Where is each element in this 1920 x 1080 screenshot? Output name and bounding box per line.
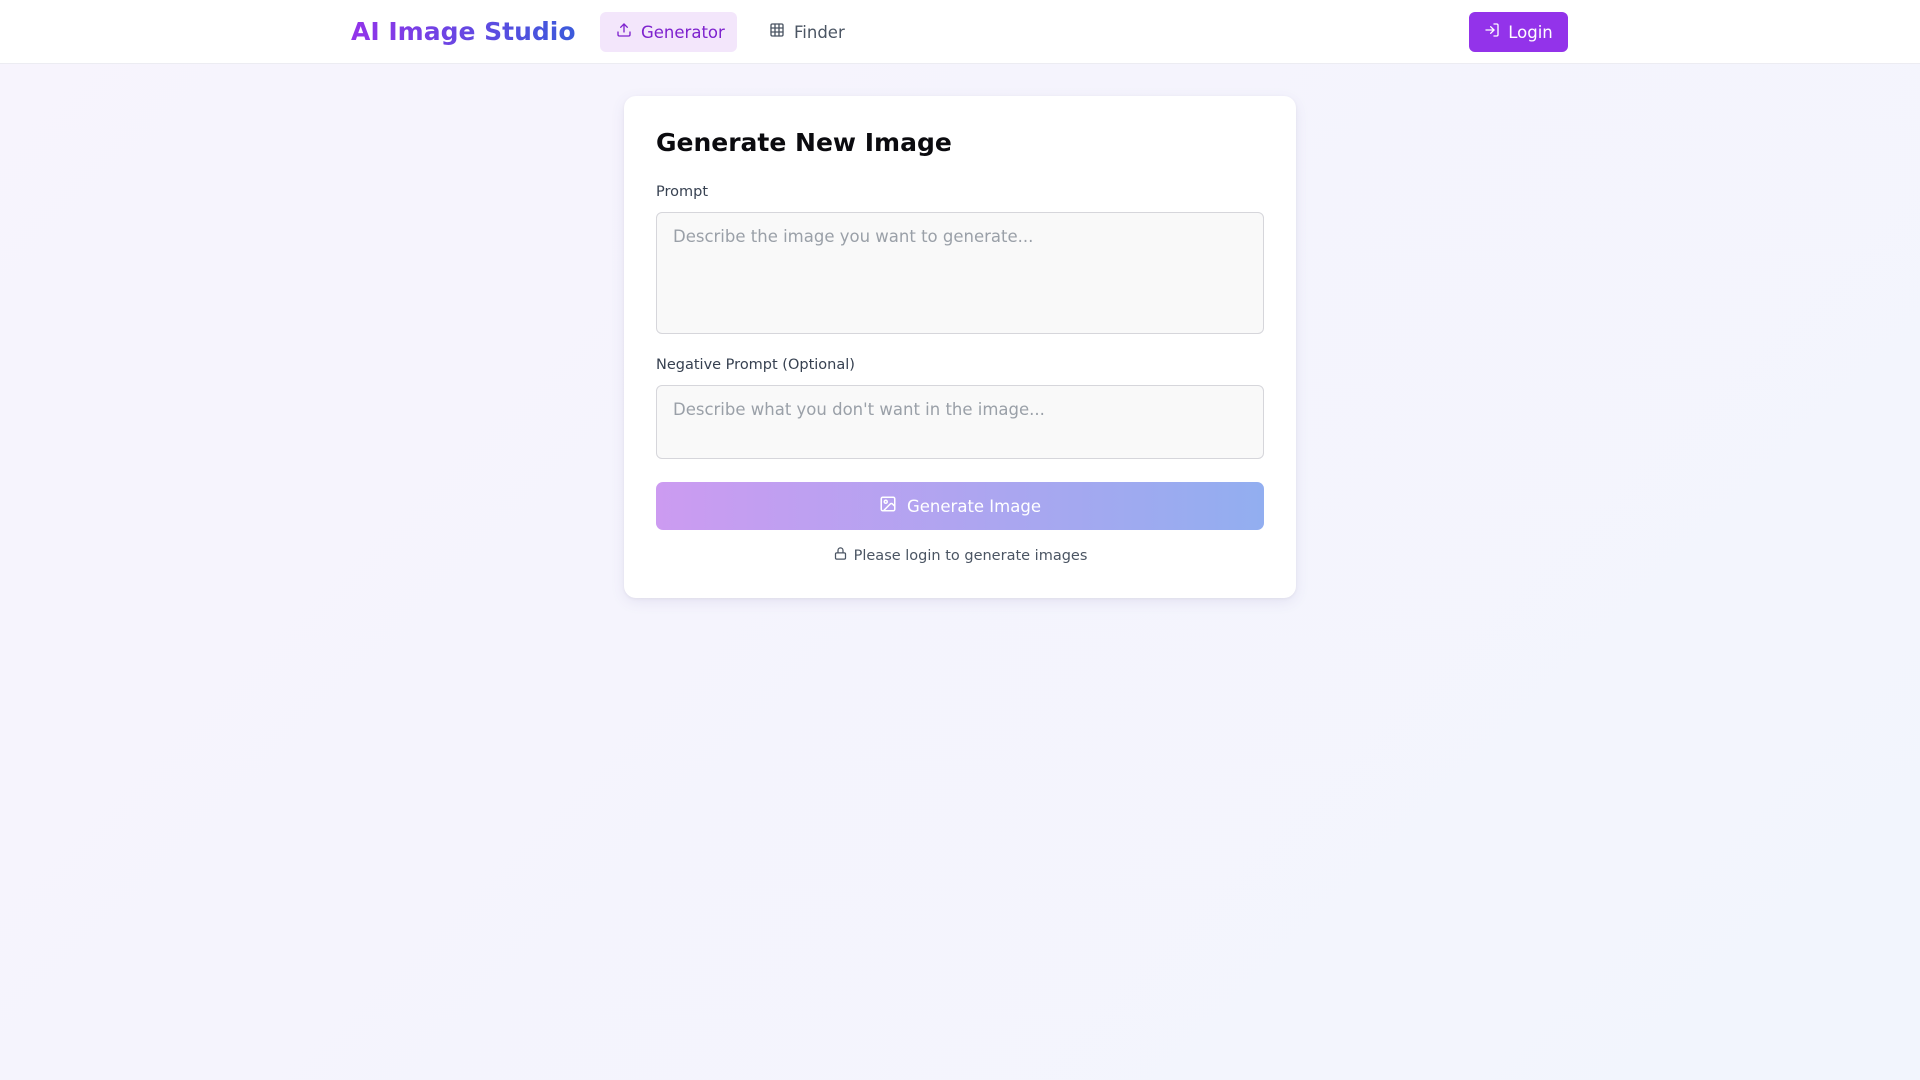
nav-generator[interactable]: Generator <box>600 12 737 52</box>
nav-finder[interactable]: Finder <box>753 12 859 52</box>
generate-image-button[interactable]: Generate Image <box>656 482 1264 530</box>
app-title[interactable]: AI Image Studio <box>351 13 576 51</box>
lock-icon <box>833 546 848 565</box>
card-title: Generate New Image <box>656 128 952 157</box>
negative-prompt-label: Negative Prompt (Optional) <box>656 357 855 373</box>
grid-icon <box>769 22 785 42</box>
login-button-label: Login <box>1508 22 1553 42</box>
upload-icon <box>616 22 632 42</box>
nav-generator-label: Generator <box>641 22 725 42</box>
login-button[interactable]: Login <box>1469 12 1568 52</box>
generate-image-label: Generate Image <box>907 496 1041 516</box>
prompt-label: Prompt <box>656 184 709 200</box>
top-navbar: AI Image Studio Generator Finder Login <box>0 0 1920 64</box>
generate-card: Generate New Image Prompt Negative Promp… <box>624 96 1296 598</box>
image-icon <box>879 495 897 517</box>
login-icon <box>1484 22 1500 42</box>
login-note-text: Please login to generate images <box>853 547 1088 564</box>
nav-finder-label: Finder <box>794 22 845 42</box>
login-required-note: Please login to generate images <box>624 546 1296 565</box>
prompt-input[interactable] <box>656 212 1264 334</box>
negative-prompt-input[interactable] <box>656 385 1264 459</box>
